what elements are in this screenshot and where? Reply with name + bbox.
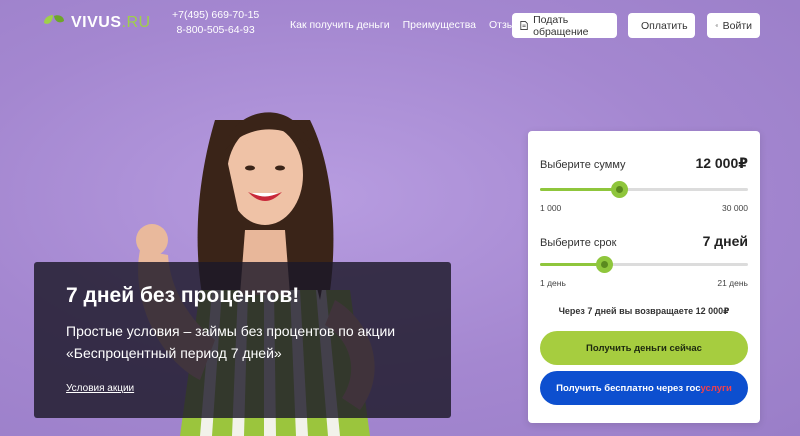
amount-slider-fill bbox=[540, 188, 620, 191]
promo-card: 7 дней без процентов! Простые условия – … bbox=[34, 262, 451, 418]
amount-max: 30 000 bbox=[722, 203, 748, 213]
amount-value: 12 000₽ bbox=[695, 155, 748, 171]
nav-how-to-get-money[interactable]: Как получить деньги bbox=[290, 19, 390, 31]
amount-row: Выберите сумму 12 000₽ bbox=[540, 155, 748, 172]
get-money-now-button[interactable]: Получить деньги сейчас bbox=[540, 331, 748, 365]
promo-title: 7 дней без процентов! bbox=[66, 284, 300, 307]
get-money-now-label: Получить деньги сейчас bbox=[586, 342, 702, 354]
document-icon bbox=[520, 21, 528, 30]
amount-min: 1 000 bbox=[540, 203, 562, 213]
login-button[interactable]: Войти bbox=[707, 13, 760, 38]
login-icon bbox=[715, 24, 718, 27]
amount-slider[interactable] bbox=[540, 181, 748, 198]
leaf-logo-icon bbox=[44, 15, 64, 24]
promo-conditions-link[interactable]: Условия акции bbox=[66, 383, 134, 394]
phone-moscow[interactable]: +7(495) 669-70-15 bbox=[172, 8, 259, 23]
pay-button[interactable]: Оплатить bbox=[628, 13, 695, 38]
gosuslugi-button[interactable]: Получить бесплатно через госуслуги bbox=[540, 371, 748, 405]
promo-text: Простые условия – займы без процентов по… bbox=[66, 323, 396, 361]
amount-range: 1 000 30 000 bbox=[540, 203, 748, 213]
phone-free[interactable]: 8-800-505-64-93 bbox=[172, 23, 259, 38]
login-label: Войти bbox=[722, 19, 752, 32]
term-min: 1 день bbox=[540, 278, 566, 288]
main-nav: Как получить деньги Преимущества Отзывы bbox=[290, 19, 540, 31]
term-range: 1 день 21 день bbox=[540, 278, 748, 288]
repayment-summary: Через 7 дней вы возвращаете 12 000₽ bbox=[558, 306, 730, 316]
term-value: 7 дней bbox=[702, 233, 748, 249]
term-label: Выберите срок bbox=[540, 237, 617, 249]
nav-advantages[interactable]: Преимущества bbox=[403, 19, 476, 31]
term-slider-fill bbox=[540, 263, 605, 266]
amount-slider-thumb[interactable] bbox=[611, 181, 629, 198]
pay-label: Оплатить bbox=[641, 19, 688, 32]
term-slider[interactable] bbox=[540, 256, 748, 273]
submit-appeal-label: Подать обращение bbox=[533, 13, 589, 38]
site-header: VIVUS.RU +7(495) 669-70-15 8-800-505-64-… bbox=[0, 0, 800, 52]
term-row: Выберите срок 7 дней bbox=[540, 233, 748, 249]
phone-numbers: +7(495) 669-70-15 8-800-505-64-93 bbox=[172, 8, 259, 38]
logo-text: VIVUS.RU bbox=[71, 14, 151, 31]
gosuslugi-label: Получить бесплатно через госуслуги bbox=[556, 382, 732, 394]
vivus-logo[interactable]: VIVUS.RU bbox=[42, 14, 151, 32]
term-slider-thumb[interactable] bbox=[596, 256, 614, 273]
term-max: 21 день bbox=[717, 278, 748, 288]
amount-label: Выберите сумму bbox=[540, 159, 626, 171]
loan-calculator: Выберите сумму 12 000₽ 1 000 30 000 Выбе… bbox=[528, 131, 760, 423]
submit-appeal-button[interactable]: Подать обращение bbox=[512, 13, 617, 38]
